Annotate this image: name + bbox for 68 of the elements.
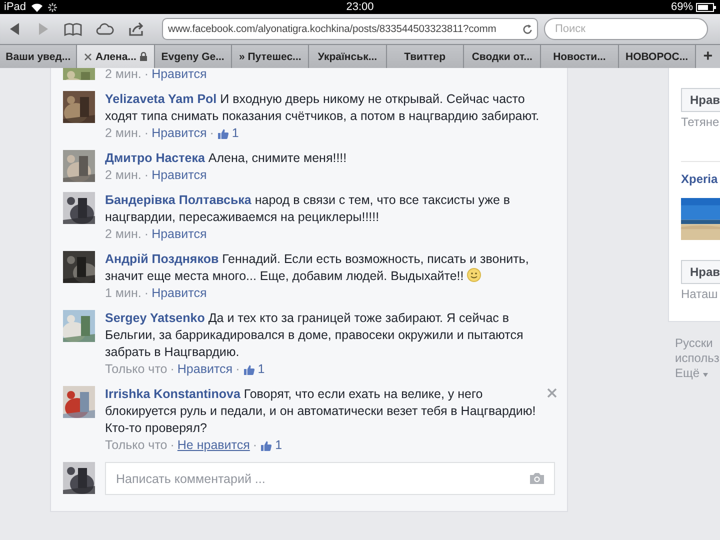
thumbs-up-icon (216, 128, 229, 140)
comment-time: 1 мин. (105, 285, 142, 302)
comment-text: Бандерівка Полтавська народ в связи с тем, что все таксисты уже в нацгвардии, пересаживаемся на рециклеры!!!!! (105, 192, 512, 226)
like-link[interactable]: Нравится (152, 226, 207, 243)
browser-tab[interactable]: Алена... (77, 45, 155, 68)
separator: · (210, 125, 214, 142)
comment-time: Только что (105, 437, 168, 454)
browser-tab[interactable]: Новости... (541, 45, 619, 68)
like-count: 1 (232, 125, 239, 142)
like-link[interactable]: Нравится (152, 68, 207, 83)
like-link[interactable]: Нравится (152, 285, 207, 302)
friend-likes-text: Наташ (681, 287, 719, 301)
browser-tab[interactable]: Ваши увед... (0, 45, 78, 68)
like-count: 1 (275, 437, 282, 454)
separator: · (144, 125, 149, 142)
comment-time: 2 мин. (105, 125, 142, 142)
browser-tab[interactable]: НОВОРОС... (618, 45, 696, 68)
share-icon[interactable] (128, 22, 146, 36)
reload-icon[interactable] (522, 24, 533, 34)
like-count: 1 (258, 361, 265, 378)
like-link[interactable]: Нравится (152, 167, 207, 184)
book-icon[interactable] (64, 22, 82, 36)
search-field[interactable]: Поиск (544, 18, 708, 40)
comment-text: Sergey Yatsenko Да и тех кто за границей тоже забирают. Я сейчас в Бельгии, за баррикадировался в доме, правосеки окружили и пытаются забрать в Нацгвардию. (105, 310, 524, 361)
separator: · (252, 437, 258, 454)
browser-tab[interactable]: Твиттер (386, 45, 464, 68)
comment-time: 2 мин. (105, 68, 142, 83)
close-icon[interactable] (84, 52, 92, 60)
separator: · (144, 68, 149, 83)
back-icon[interactable] (8, 22, 22, 36)
wifi-icon (31, 2, 44, 12)
ad-title[interactable]: Xperia (681, 161, 720, 186)
like-page-button[interactable]: Нрав (681, 88, 720, 112)
like-link[interactable]: Не нравится (177, 437, 250, 454)
like-page-button[interactable]: Нрав (681, 260, 720, 284)
thumbs-up-icon (242, 364, 255, 376)
clock: 23:00 (346, 1, 374, 13)
comment-text: Yelizaveta Yam Pol И входную дверь никому не открывай. Сейчас часто ходят типа снимать показания счётчиков, а потом в нацгвардию забирают. (105, 91, 540, 125)
address-field[interactable]: www.facebook.com/alyonatigra.kochkina/posts/833544503323811?comm (162, 18, 538, 40)
caret-icon (702, 373, 708, 377)
device-name: iPad (4, 1, 26, 13)
comment-text: Irrishka Konstantinova Говорят, что если ехать на велике, у него блокируется руль и педали, и он автоматически везет тебя в Нацгвардию! Кто-то проверял? (105, 386, 537, 437)
thumbs-up-icon (260, 440, 272, 452)
browser-tab[interactable]: Сводки от... (464, 45, 542, 68)
separator: · (144, 226, 149, 243)
friend-likes-text: Тетяне (681, 115, 720, 129)
comment-text: Дмитро Настека Алена, снимите меня!!!! (105, 150, 348, 167)
separator: · (144, 167, 149, 184)
separator: · (170, 437, 174, 454)
browser-tab[interactable]: » Путешес... (232, 45, 310, 68)
separator: · (144, 285, 149, 302)
comment-time: Только что (105, 361, 168, 378)
browser-tab[interactable]: Evgeny Ge... (154, 45, 232, 68)
comment-time: 2 мин. (105, 226, 142, 243)
like-link[interactable]: Нравится (177, 361, 233, 378)
separator: · (236, 361, 240, 378)
like-link[interactable]: Нравится (152, 125, 207, 142)
battery-percent: 69% (670, 1, 693, 13)
spinner-icon (48, 2, 58, 12)
lock-icon (140, 52, 148, 61)
browser-tab[interactable]: Українськ... (309, 45, 387, 68)
comment-time: 2 мин. (105, 167, 142, 184)
separator: · (170, 361, 174, 378)
battery-icon (696, 2, 716, 12)
new-tab-button[interactable]: + (696, 45, 720, 68)
cloud-icon[interactable] (96, 22, 114, 36)
comment-text: Андрій Поздняков Геннадий. Если есть возможность, писать и звонить, значит еще места много... Еще, добавим людей. Выдыхайте!! (105, 251, 530, 285)
comment-field[interactable]: Написать комментарий ... (105, 462, 555, 495)
